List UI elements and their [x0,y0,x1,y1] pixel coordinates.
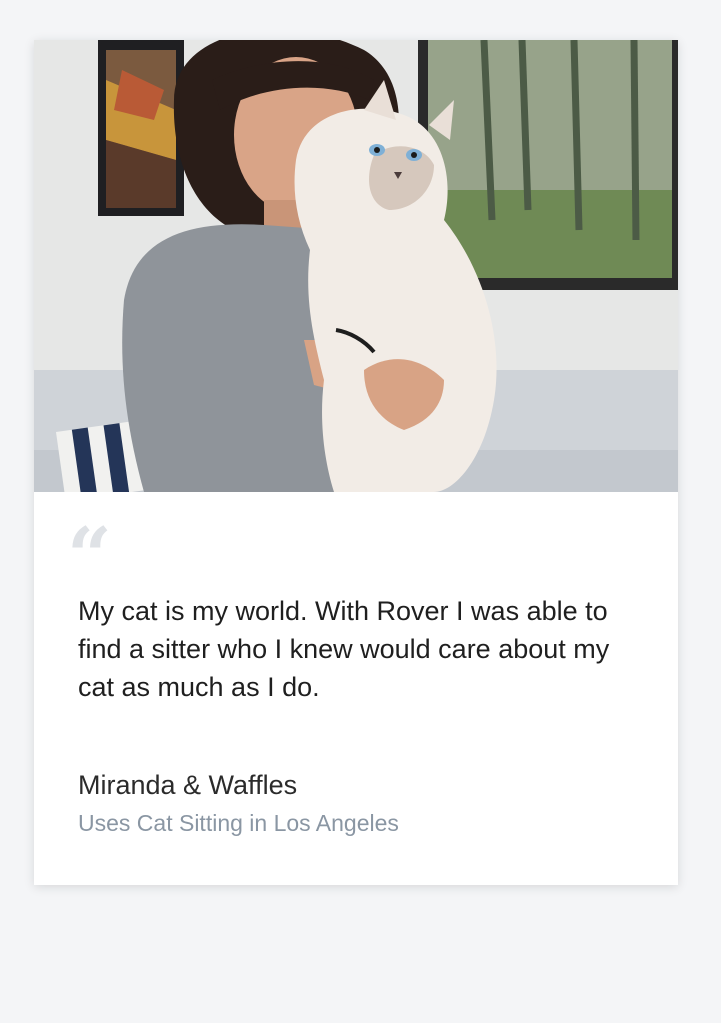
testimonial-quote: My cat is my world. With Rover I was abl… [78,596,610,702]
testimonial-card: “ My cat is my world. With Rover I was a… [34,40,678,885]
testimonial-author: Miranda & Waffles [78,770,298,800]
testimonial-photo [34,40,678,492]
quote-mark-icon: “ [67,511,112,602]
photo-illustration [34,40,678,492]
testimonial-meta: Uses Cat Sitting in Los Angeles [78,810,399,836]
